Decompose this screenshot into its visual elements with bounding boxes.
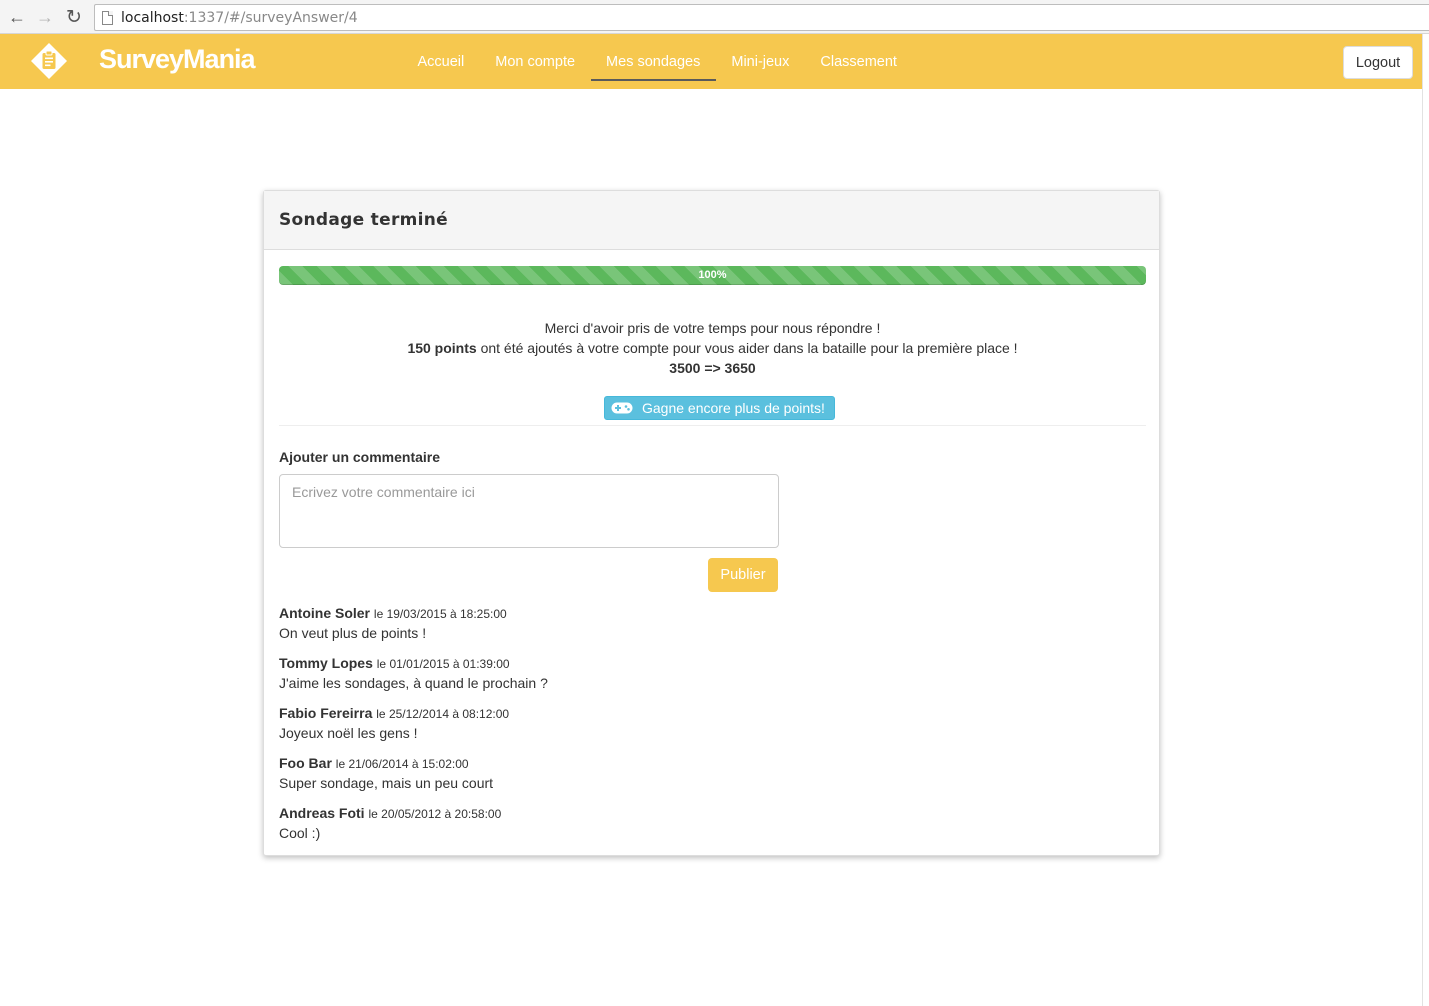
main-nav: Accueil Mon compte Mes sondages Mini-jeu… [402, 34, 912, 89]
comment-item: Antoine Soler le 19/03/2015 à 18:25:00 O… [279, 603, 1139, 653]
thanks-line: Merci d'avoir pris de votre temps pour n… [544, 320, 881, 336]
comment-text: On veut plus de points ! [279, 625, 427, 641]
comment-label: Ajouter un commentaire [279, 449, 441, 465]
logout-button[interactable]: Logout [1343, 46, 1413, 79]
comment-author: Tommy Lopes [279, 655, 373, 671]
comment-item: Tommy Lopes le 01/01/2015 à 01:39:00 J'a… [279, 653, 1139, 703]
nav-link-accueil[interactable]: Accueil [402, 34, 480, 89]
address-bar[interactable]: localhost:1337/#/surveyAnswer/4 [94, 4, 1429, 31]
points-amount: 150 points [407, 340, 477, 356]
browser-toolbar: ← → ↻ localhost:1337/#/surveyAnswer/4 [0, 0, 1429, 34]
url-host: localhost [121, 9, 184, 26]
comment-author: Fabio Fereirra [279, 705, 373, 721]
nav-link-mes-sondages[interactable]: Mes sondages [590, 34, 717, 89]
comment-text: Super sondage, mais un peu court [279, 775, 494, 791]
points-line: 150 points ont été ajoutés à votre compt… [279, 338, 1146, 358]
comment-date: le 19/03/2015 à 18:25:00 [373, 607, 507, 621]
gamepad-icon [611, 402, 633, 414]
survey-complete-panel: Sondage terminé 100% Merci d'avoir pris … [263, 190, 1160, 856]
comment-item: Andreas Foti le 20/05/2012 à 20:58:00 Co… [279, 803, 1139, 853]
comment-input[interactable] [279, 474, 779, 548]
nav-link-mini-jeux[interactable]: Mini-jeux [716, 34, 805, 89]
points-text: ont été ajoutés à votre compte pour vous… [476, 340, 1018, 356]
url-path: :1337/#/surveyAnswer/4 [183, 9, 358, 26]
more-points-label: Gagne encore plus de points! [642, 400, 825, 416]
clipboard-logo-icon[interactable] [30, 42, 68, 80]
comment-author: Antoine Soler [279, 605, 371, 621]
more-points-button[interactable]: Gagne encore plus de points! [604, 396, 835, 420]
panel-heading: Sondage terminé [264, 191, 1159, 250]
page-icon [102, 10, 113, 25]
comment-text: Cool :) [279, 825, 321, 841]
navbar: SurveyMania Accueil Mon compte Mes sonda… [0, 34, 1422, 89]
comment-date: le 21/06/2014 à 15:02:00 [335, 757, 469, 771]
progress-label: 100% [698, 269, 727, 281]
panel-title: Sondage terminé [279, 210, 448, 230]
comment-author: Foo Bar [279, 755, 332, 771]
comment-date: le 20/05/2012 à 20:58:00 [368, 807, 502, 821]
comment-date: le 25/12/2014 à 08:12:00 [376, 707, 510, 721]
comment-text: J'aime les sondages, à quand le prochain… [279, 675, 548, 691]
comment-item: Fabio Fereirra le 25/12/2014 à 08:12:00 … [279, 703, 1139, 753]
comment-list: Antoine Soler le 19/03/2015 à 18:25:00 O… [279, 603, 1139, 853]
nav-link-mon-compte[interactable]: Mon compte [480, 34, 591, 89]
score-change-value: 3500 => 3650 [669, 360, 756, 376]
score-change: 3500 => 3650 [279, 358, 1146, 378]
publish-button[interactable]: Publier [708, 558, 778, 592]
page-scrollbar[interactable] [1422, 34, 1429, 1006]
forward-arrow-icon[interactable]: → [34, 6, 56, 28]
thanks-message: Merci d'avoir pris de votre temps pour n… [279, 318, 1146, 378]
comment-author: Andreas Foti [279, 805, 365, 821]
brand-logo-text[interactable]: SurveyMania [99, 44, 256, 75]
comment-date: le 01/01/2015 à 01:39:00 [376, 657, 510, 671]
progress-bar: 100% [279, 266, 1146, 285]
divider [279, 425, 1146, 426]
reload-icon[interactable]: ↻ [63, 6, 85, 28]
comment-item: Foo Bar le 21/06/2014 à 15:02:00 Super s… [279, 753, 1139, 803]
comment-text: Joyeux noël les gens ! [279, 725, 418, 741]
nav-link-classement[interactable]: Classement [805, 34, 913, 89]
back-arrow-icon[interactable]: ← [6, 6, 28, 28]
